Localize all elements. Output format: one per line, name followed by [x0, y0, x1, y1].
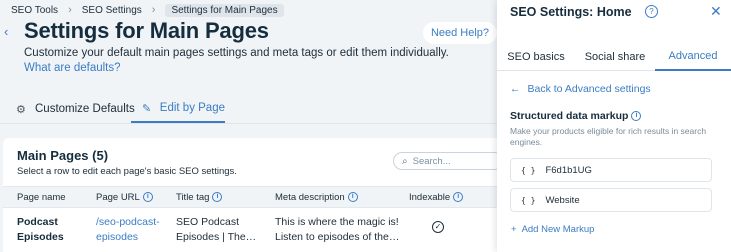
tab-seo-basics[interactable]: SEO basics: [497, 42, 575, 71]
add-new-markup-button[interactable]: + Add New Markup: [511, 224, 594, 235]
add-markup-label: Add New Markup: [521, 224, 595, 235]
breadcrumb-item-seo-tools[interactable]: SEO Tools: [11, 5, 58, 16]
cell-title-tag: SEO Podcast Episodes | The…: [176, 215, 256, 245]
cell-line: This is where the magic is!: [275, 216, 399, 228]
markup-item[interactable]: { } Website: [510, 188, 712, 212]
search-icon: ⌕: [402, 155, 408, 167]
code-braces-icon: { }: [521, 195, 536, 205]
indexable-check-icon: ✓: [432, 221, 444, 233]
table-subtitle: Select a row to edit each page's basic S…: [17, 166, 237, 177]
cell-page-name: Podcast Episodes: [17, 215, 64, 245]
section-description: Make your products eligible for rich res…: [510, 126, 707, 147]
page-description: Customize your default main pages settin…: [24, 47, 449, 59]
main-content: SEO Tools › SEO Settings › Settings for …: [0, 0, 497, 252]
section-title: Structured data markup i: [510, 110, 642, 122]
cell-page-url[interactable]: /seo-podcast- episodes: [96, 215, 160, 245]
search-input[interactable]: ⌕ Search...: [393, 152, 497, 170]
info-icon[interactable]: i: [453, 192, 464, 203]
cell-meta-description: This is where the magic is! Listen to ep…: [275, 215, 399, 245]
breadcrumb-item-seo-settings[interactable]: SEO Settings: [82, 5, 142, 16]
tabs-divider: [0, 123, 497, 124]
page-tabs: ⚙ Customize Defaults ✎ Edit by Page: [0, 95, 497, 124]
tab-advanced[interactable]: Advanced: [655, 42, 731, 71]
column-header-page-url: Page URL i: [96, 192, 153, 203]
column-header-label: Indexable: [409, 192, 451, 203]
markup-label: Website: [545, 194, 580, 206]
markup-item[interactable]: { } F6d1b1UG: [510, 158, 712, 182]
info-icon[interactable]: i: [631, 111, 642, 122]
panel-title: SEO Settings: Home: [510, 5, 632, 19]
cell-line: Listen to episodes of the…: [275, 231, 400, 243]
tab-social-share[interactable]: Social share: [575, 42, 655, 71]
need-help-button[interactable]: Need Help?: [423, 22, 497, 44]
plus-icon: +: [511, 224, 517, 235]
breadcrumb-separator-icon: ›: [151, 4, 156, 16]
tab-edit-by-page[interactable]: ✎ Edit by Page: [131, 95, 225, 123]
breadcrumb: SEO Tools › SEO Settings › Settings for …: [11, 3, 284, 17]
gear-icon: ⚙: [16, 103, 26, 116]
table-row[interactable]: Podcast Episodes /seo-podcast- episodes …: [3, 209, 497, 252]
column-header-page-name: Page name: [17, 192, 66, 203]
info-icon[interactable]: i: [212, 192, 223, 203]
cell-line: episodes: [96, 231, 139, 243]
page-title: Settings for Main Pages: [24, 18, 269, 43]
info-icon[interactable]: i: [347, 192, 358, 203]
arrow-left-icon: ←: [510, 83, 521, 95]
cell-line: SEO Podcast: [176, 216, 240, 228]
column-header-label: Page URL: [96, 192, 140, 203]
tab-customize-defaults[interactable]: ⚙ Customize Defaults: [16, 95, 135, 123]
seo-settings-panel: SEO Settings: Home ? ✕ SEO basics Social…: [497, 0, 731, 252]
main-pages-card: Main Pages (5) Select a row to edit each…: [3, 138, 497, 252]
what-are-defaults-link[interactable]: What are defaults?: [24, 62, 121, 74]
pencil-icon: ✎: [142, 102, 152, 115]
search-placeholder: Search...: [412, 155, 451, 167]
cell-line: Podcast: [17, 216, 58, 228]
cell-line: Episodes | The…: [176, 231, 257, 243]
column-header-title-tag: Title tag i: [176, 192, 223, 203]
tab-label: Edit by Page: [159, 102, 225, 114]
back-link-label: Back to Advanced settings: [527, 83, 651, 95]
cell-line: /seo-podcast-: [96, 216, 160, 228]
column-header-meta-description: Meta description i: [275, 192, 358, 203]
breadcrumb-item-current: Settings for Main Pages: [165, 3, 284, 17]
table-header: Page name Page URL i Title tag i Meta desc…: [3, 186, 497, 208]
panel-tabs: SEO basics Social share Advanced: [497, 42, 731, 71]
help-question-icon[interactable]: ?: [645, 5, 658, 18]
table-title: Main Pages (5): [17, 148, 109, 163]
tab-label: Customize Defaults: [35, 103, 135, 115]
close-icon[interactable]: ✕: [710, 3, 722, 20]
column-header-label: Meta description: [275, 192, 345, 203]
cell-line: Episodes: [17, 231, 64, 243]
section-title-label: Structured data markup: [510, 110, 629, 122]
column-header-label: Title tag: [176, 192, 210, 203]
back-chevron-icon[interactable]: ‹: [4, 24, 8, 39]
info-icon[interactable]: i: [142, 192, 153, 203]
code-braces-icon: { }: [521, 165, 536, 175]
back-to-advanced-link[interactable]: ← Back to Advanced settings: [510, 83, 651, 95]
breadcrumb-separator-icon: ›: [68, 4, 72, 16]
column-header-indexable: Indexable i: [409, 192, 464, 203]
markup-label: F6d1b1UG: [545, 164, 592, 176]
